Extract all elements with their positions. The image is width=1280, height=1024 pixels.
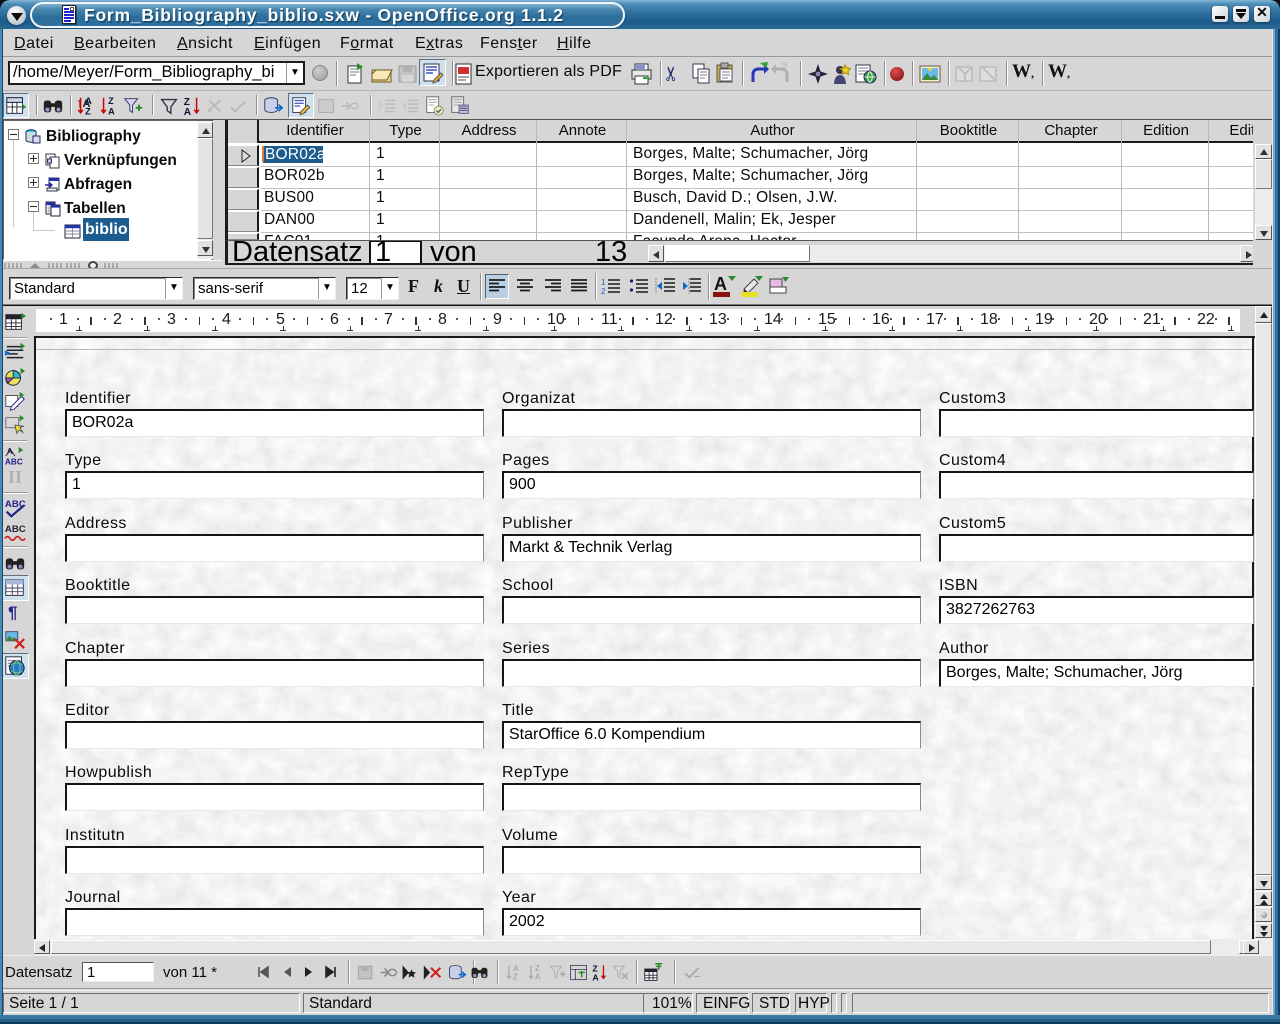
svg-text:A: A <box>184 107 192 117</box>
svg-text:A: A <box>108 106 115 116</box>
svg-text:A: A <box>592 972 599 982</box>
svg-text:A: A <box>535 973 541 982</box>
svg-text:ABC: ABC <box>5 524 26 535</box>
svg-text:ABC: ABC <box>5 457 23 466</box>
svg-text:ABC: ABC <box>5 499 26 510</box>
svg-text:Z: Z <box>108 96 114 106</box>
svg-text:2: 2 <box>601 287 606 295</box>
svg-text:1: 1 <box>601 278 606 287</box>
svg-text:Z: Z <box>85 106 91 116</box>
svg-text:Z: Z <box>513 973 518 982</box>
svg-text:A: A <box>85 96 92 106</box>
svg-text:A: A <box>513 964 519 973</box>
svg-text:Z: Z <box>535 964 540 973</box>
